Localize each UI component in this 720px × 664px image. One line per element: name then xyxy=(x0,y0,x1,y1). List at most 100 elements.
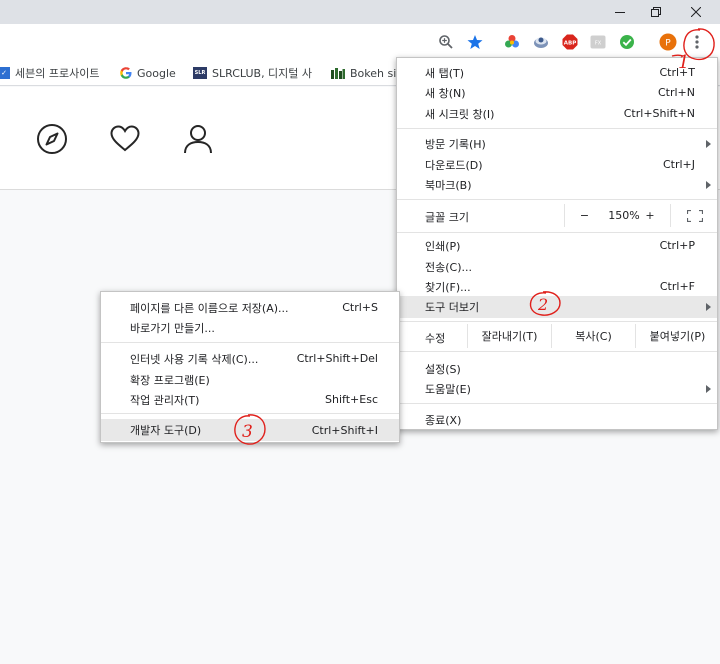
submenu-arrow-icon xyxy=(706,180,711,189)
adblock-plus-icon[interactable]: ABP xyxy=(560,32,580,52)
menu-item-label: 새 탭(T) xyxy=(425,66,465,80)
zoom-label: 글꼴 크기 xyxy=(425,211,469,224)
menu-item-history[interactable]: 방문 기록(H) xyxy=(397,133,717,154)
fullscreen-button[interactable] xyxy=(670,204,719,227)
menu-item-label: 페이지를 다른 이름으로 저장(A)... xyxy=(130,301,289,315)
color-extension-icon[interactable] xyxy=(502,32,522,52)
chrome-main-menu: 새 탭(T) Ctrl+T 새 창(N) Ctrl+N 새 시크릿 창(I) C… xyxy=(396,57,718,430)
profile-initial: P xyxy=(665,39,671,49)
restore-icon xyxy=(651,7,661,17)
fullscreen-icon xyxy=(687,209,703,222)
paste-button[interactable]: 붙여넣기(P) xyxy=(635,324,719,348)
compass-icon[interactable] xyxy=(36,123,68,155)
menu-separator xyxy=(101,413,399,414)
zoom-icon[interactable] xyxy=(436,32,456,52)
menu-item-shortcut: Ctrl+Shift+N xyxy=(623,107,695,120)
submenu-arrow-icon xyxy=(706,303,711,311)
menu-item-label: 방문 기록(H) xyxy=(425,137,486,151)
bookmark-label: 세븐의 프로사이트 xyxy=(15,67,100,80)
menu-separator xyxy=(397,232,717,233)
menu-item-label: 도구 더보기 xyxy=(425,301,480,314)
gray-extension-icon[interactable]: FX xyxy=(588,32,608,52)
gray-extension-label: FX xyxy=(595,41,602,47)
menu-item-clear-browsing-data[interactable]: 인터넷 사용 기록 삭제(C)... Ctrl+Shift+Del xyxy=(101,348,399,369)
menu-item-create-shortcut[interactable]: 바로가기 만들기... xyxy=(101,317,399,338)
menu-item-shortcut: Ctrl+F xyxy=(659,280,695,293)
menu-item-shortcut: Ctrl+N xyxy=(657,86,695,99)
menu-item-shortcut: Ctrl+Shift+I xyxy=(311,423,378,437)
user-profile-icon[interactable] xyxy=(182,123,214,155)
minimize-button[interactable] xyxy=(600,0,640,24)
menu-item-label: 인쇄(P) xyxy=(425,239,461,253)
check-extension-icon[interactable] xyxy=(617,32,637,52)
restore-button[interactable] xyxy=(636,0,676,24)
menu-kebab-icon[interactable] xyxy=(687,32,707,52)
edit-row: 수정 잘라내기(T) 복사(C) 붙여넣기(P) xyxy=(397,324,717,348)
menu-separator xyxy=(101,342,399,343)
menu-item-cast[interactable]: 전송(C)... xyxy=(397,256,717,277)
menu-item-label: 인터넷 사용 기록 삭제(C)... xyxy=(130,352,259,366)
close-button[interactable] xyxy=(676,0,716,24)
menu-item-extensions[interactable]: 확장 프로그램(E) xyxy=(101,369,399,390)
menu-item-label: 전송(C)... xyxy=(425,260,472,274)
menu-item-label: 바로가기 만들기... xyxy=(130,321,215,335)
menu-item-find[interactable]: 찾기(F)... Ctrl+F xyxy=(397,276,717,297)
slrclub-favicon-icon: SLR xyxy=(193,67,207,79)
menu-item-task-manager[interactable]: 작업 관리자(T) Shift+Esc xyxy=(101,389,399,410)
bookmark-favicon-icon: ✓ xyxy=(0,67,10,79)
menu-item-developer-tools[interactable]: 개발자 도구(D) Ctrl+Shift+I xyxy=(101,419,399,441)
zoom-out-button[interactable]: − xyxy=(564,204,604,227)
bookmark-star-icon[interactable] xyxy=(465,32,485,52)
menu-item-label: 새 창(N) xyxy=(425,86,466,100)
menu-item-print[interactable]: 인쇄(P) Ctrl+P xyxy=(397,235,717,256)
bookmark-label: SLRCLUB, 디지털 사 xyxy=(212,67,313,80)
menu-item-bookmarks[interactable]: 북마크(B) xyxy=(397,174,717,195)
menu-item-label: 북마크(B) xyxy=(425,178,472,192)
menu-item-more-tools[interactable]: 도구 더보기 xyxy=(397,296,717,318)
zoom-row: 글꼴 크기 − 150% + xyxy=(397,204,717,227)
menu-item-incognito[interactable]: 새 시크릿 창(I) Ctrl+Shift+N xyxy=(397,103,717,124)
menu-item-help[interactable]: 도움말(E) xyxy=(397,378,717,399)
menu-separator xyxy=(397,128,717,129)
menu-item-new-tab[interactable]: 새 탭(T) Ctrl+T xyxy=(397,62,717,83)
menu-item-save-page[interactable]: 페이지를 다른 이름으로 저장(A)... Ctrl+S xyxy=(101,297,399,318)
menu-item-new-window[interactable]: 새 창(N) Ctrl+N xyxy=(397,82,717,103)
submenu-arrow-icon xyxy=(706,384,711,393)
menu-item-label: 확장 프로그램(E) xyxy=(130,373,210,387)
menu-item-shortcut: Ctrl+J xyxy=(662,158,695,171)
menu-item-label: 작업 관리자(T) xyxy=(130,393,200,407)
globe-extension-icon[interactable] xyxy=(531,32,551,52)
more-tools-submenu: 페이지를 다른 이름으로 저장(A)... Ctrl+S 바로가기 만들기...… xyxy=(100,291,400,443)
zoom-in-button[interactable]: + xyxy=(630,204,670,227)
heart-icon[interactable] xyxy=(109,123,141,155)
cut-button[interactable]: 잘라내기(T) xyxy=(467,324,551,348)
minimize-icon xyxy=(615,12,625,13)
menu-item-shortcut: Ctrl+S xyxy=(342,301,378,314)
google-icon xyxy=(120,67,132,79)
menu-item-label: 개발자 도구(D) xyxy=(130,424,202,437)
menu-separator xyxy=(397,351,717,352)
menu-item-label: 설정(S) xyxy=(425,362,461,376)
menu-item-downloads[interactable]: 다운로드(D) Ctrl+J xyxy=(397,154,717,175)
profile-avatar[interactable]: P xyxy=(658,32,678,52)
edit-label: 수정 xyxy=(425,332,446,345)
menu-item-label: 새 시크릿 창(I) xyxy=(425,107,495,121)
menu-item-label: 다운로드(D) xyxy=(425,158,483,172)
menu-separator xyxy=(397,403,717,404)
bookmark-item[interactable]: Bokeh sin xyxy=(331,64,403,82)
bookmark-item[interactable]: ✓ 세븐의 프로사이트 xyxy=(0,64,99,82)
menu-item-exit[interactable]: 종료(X) xyxy=(397,409,717,430)
copy-button[interactable]: 복사(C) xyxy=(551,324,635,348)
title-bar xyxy=(0,0,720,24)
bookmark-label: Google xyxy=(137,66,176,80)
bookmark-item[interactable]: Google xyxy=(120,64,176,82)
bookmark-item[interactable]: SLR SLRCLUB, 디지털 사 xyxy=(193,64,312,82)
menu-item-label: 찾기(F)... xyxy=(425,280,471,294)
menu-item-shortcut: Shift+Esc xyxy=(325,393,378,406)
abp-label: ABP xyxy=(564,41,576,47)
menu-item-settings[interactable]: 설정(S) xyxy=(397,358,717,379)
browser-toolbar: ABP FX P xyxy=(0,24,720,60)
bokeh-favicon-icon xyxy=(331,68,345,79)
menu-item-label: 도움말(E) xyxy=(425,382,471,396)
close-icon xyxy=(691,7,701,17)
